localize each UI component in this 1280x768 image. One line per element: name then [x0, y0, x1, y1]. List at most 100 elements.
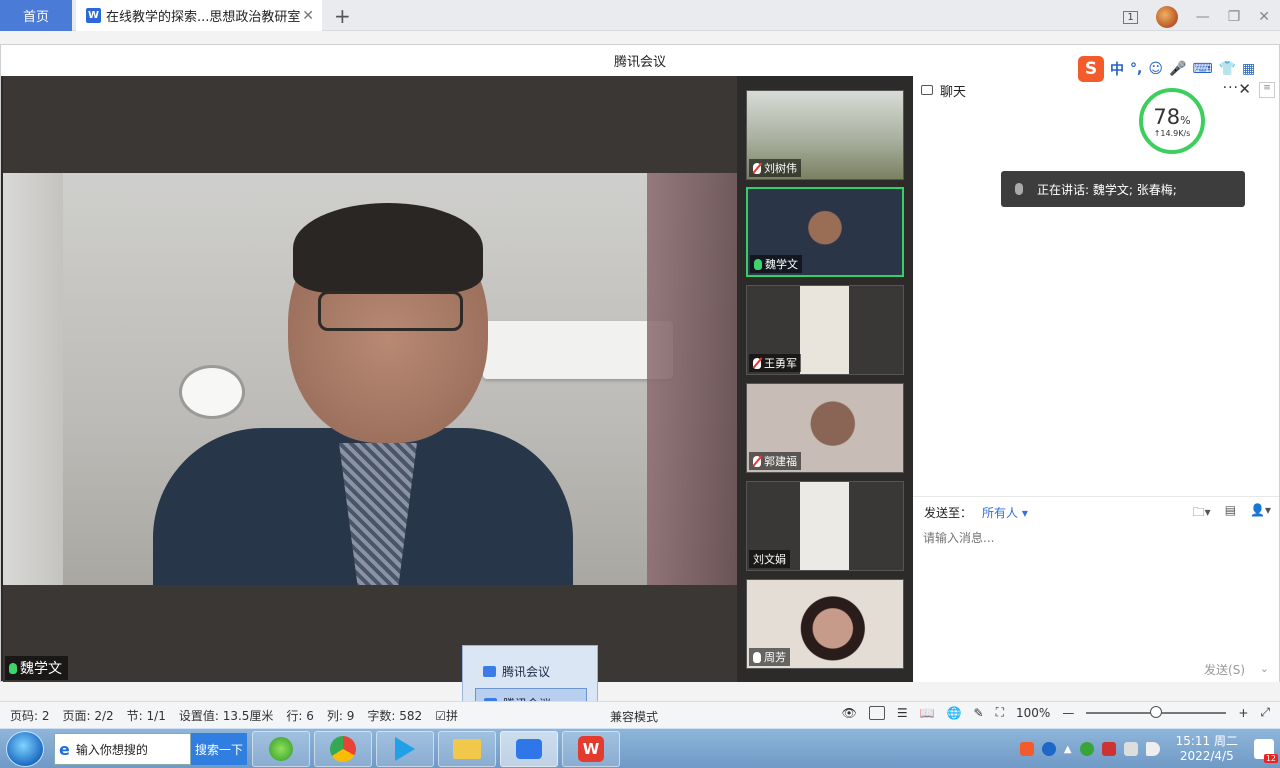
participant-name: 周芳 — [764, 651, 786, 664]
taskbar-app-tencent-meeting[interactable] — [500, 731, 558, 767]
taskbar-clock[interactable]: 15:11 周二 2022/4/5 — [1176, 734, 1238, 764]
network-warning-icon[interactable] — [1101, 742, 1116, 756]
spell-check-toggle[interactable]: ☑拼 — [435, 707, 458, 724]
send-options-icon[interactable]: ⌄ — [1260, 662, 1269, 675]
participant-tile[interactable]: 刘树伟 — [746, 90, 904, 180]
ime-mode-toggle[interactable]: 中 — [1110, 59, 1124, 79]
chat-message-input[interactable] — [923, 528, 1263, 548]
write-mode-icon[interactable]: ✎ — [974, 706, 984, 720]
mic-muted-icon — [753, 357, 761, 369]
security-icon[interactable] — [1079, 742, 1094, 756]
help-icon[interactable] — [1041, 742, 1056, 756]
taskbar-app-player[interactable] — [376, 731, 434, 767]
spell-check-label: 拼 — [445, 708, 458, 723]
voice-icon[interactable]: 🎤 — [1169, 61, 1186, 77]
status-page-code: 页码: 2 — [10, 708, 50, 723]
grid-icon[interactable]: ▦ — [1242, 61, 1255, 77]
video-background-wall — [3, 173, 63, 585]
wps-tab-bar: 首页 W 在线教学的探索...思想政治教研室 ✕ + 1 — ❐ ✕ — [0, 0, 1280, 31]
zoom-slider-knob[interactable] — [1150, 705, 1163, 718]
ime-punct-toggle[interactable]: °, — [1130, 61, 1142, 77]
window-count-badge[interactable]: 1 — [1123, 10, 1138, 24]
start-button[interactable] — [6, 731, 44, 767]
new-tab-button[interactable]: + — [334, 4, 351, 28]
minimize-icon[interactable]: — — [1196, 9, 1210, 25]
status-word-count[interactable]: 字数: 582 — [367, 707, 422, 724]
main-speaker-label: 魏学文 — [5, 656, 68, 680]
chrome-icon — [330, 736, 356, 762]
eye-protection-icon[interactable]: 👁 — [842, 706, 857, 720]
tab-close-icon[interactable]: ✕ — [302, 8, 314, 24]
mic-on-icon — [9, 662, 17, 674]
main-speaker-name: 魏学文 — [20, 661, 62, 677]
participant-tile[interactable]: 魏学文 — [746, 187, 904, 277]
notification-icon[interactable]: 12 — [1254, 739, 1278, 763]
panel-toggle-icon[interactable]: ≡ — [1259, 82, 1275, 98]
participant-tile[interactable]: 刘文娟 — [746, 481, 904, 571]
volume-icon[interactable] — [1145, 742, 1160, 756]
close-window-icon[interactable]: ✕ — [1258, 9, 1270, 25]
network-percent: 78 — [1153, 104, 1181, 129]
notification-count: 12 — [1263, 754, 1278, 763]
speaker-figure — [153, 203, 573, 585]
sogou-logo-icon[interactable]: S — [1078, 56, 1104, 82]
folder-icon[interactable]: 🗀▾ — [1193, 503, 1211, 524]
taskbar-app-wps[interactable]: W — [562, 731, 620, 767]
zoom-out-icon[interactable]: — — [1062, 706, 1074, 720]
reading-view-icon[interactable]: 📖 — [920, 706, 935, 720]
network-speed-gauge[interactable]: 78% ↑14.9K/s — [1139, 88, 1205, 154]
popup-item-label: 腾讯会议 — [502, 664, 551, 679]
outline-view-icon[interactable]: ☰ — [897, 706, 908, 720]
user-settings-icon[interactable]: 👤▾ — [1250, 503, 1271, 524]
network-icon[interactable] — [1123, 742, 1138, 756]
ie-icon: e — [59, 739, 70, 759]
tray-expand-icon[interactable]: ▲ — [1064, 744, 1072, 755]
participant-label: 刘树伟 — [749, 159, 801, 177]
taskbar-app-chrome[interactable] — [314, 731, 372, 767]
emoji-icon[interactable]: ☺ — [1148, 61, 1163, 77]
browser-360-icon — [269, 737, 293, 761]
participant-tile[interactable]: 郭建福 — [746, 383, 904, 473]
send-to-dropdown[interactable]: 所有人 ▾ — [982, 504, 1028, 521]
zoom-slider[interactable] — [1086, 705, 1227, 718]
participant-tile[interactable]: 王勇军 — [746, 285, 904, 375]
ime-toolbar: S 中 °, ☺ 🎤 ⌨ 👕 ▦ — [1074, 54, 1260, 84]
speaker-glasses — [318, 291, 463, 331]
meeting-window: 腾讯会议 魏学文 刘树伟 魏学文 王勇军 郭建福 刘文娟 周芳 聊天 ··· ✕… — [0, 44, 1280, 682]
tab-document[interactable]: W 在线教学的探索...思想政治教研室 ✕ — [76, 0, 322, 31]
search-button[interactable]: 搜索一下 — [191, 733, 247, 765]
skin-icon[interactable]: 👕 — [1219, 61, 1236, 77]
main-video[interactable]: 魏学文 — [3, 76, 737, 682]
zoom-level[interactable]: 100% — [1016, 706, 1050, 720]
web-view-icon[interactable]: 🌐 — [947, 706, 962, 720]
page-view-icon[interactable] — [868, 705, 885, 720]
sogou-tray-icon[interactable] — [1019, 742, 1034, 756]
participant-name: 郭建福 — [764, 455, 797, 468]
tab-home[interactable]: 首页 — [0, 0, 72, 31]
taskbar-search[interactable]: e 输入你想搜的 — [54, 733, 191, 765]
keyboard-icon[interactable]: ⌨ — [1192, 61, 1212, 77]
fit-page-icon[interactable]: ⛶ — [996, 705, 1004, 720]
participant-tile[interactable]: 周芳 — [746, 579, 904, 669]
status-page: 页面: 2/2 — [62, 708, 114, 723]
taskbar-app-explorer[interactable] — [438, 731, 496, 767]
fullscreen-icon[interactable]: ⤢ — [1260, 705, 1270, 720]
status-section: 节: 1/1 — [126, 708, 166, 723]
mic-icon — [753, 651, 761, 663]
participant-name: 刘文娟 — [753, 553, 786, 566]
zoom-in-icon[interactable]: + — [1238, 706, 1248, 720]
participant-label: 王勇军 — [749, 354, 801, 372]
wps-icon: W — [578, 736, 604, 762]
restore-icon[interactable]: ❐ — [1228, 9, 1241, 25]
document-icon[interactable]: ▤ — [1225, 503, 1236, 524]
send-to-label: 发送至： — [924, 506, 973, 520]
clock-time: 15:11 周二 — [1175, 734, 1238, 748]
taskbar-app-360-browser[interactable] — [252, 731, 310, 767]
search-placeholder: 输入你想搜的 — [75, 742, 148, 757]
user-avatar[interactable] — [1155, 6, 1178, 28]
participant-name: 魏学文 — [765, 258, 798, 271]
compat-mode: 兼容模式 — [610, 710, 659, 724]
send-button[interactable]: 发送(S) — [1204, 661, 1245, 678]
popup-item[interactable]: 腾讯会议 — [475, 656, 587, 686]
chat-title: 聊天 — [940, 84, 967, 100]
